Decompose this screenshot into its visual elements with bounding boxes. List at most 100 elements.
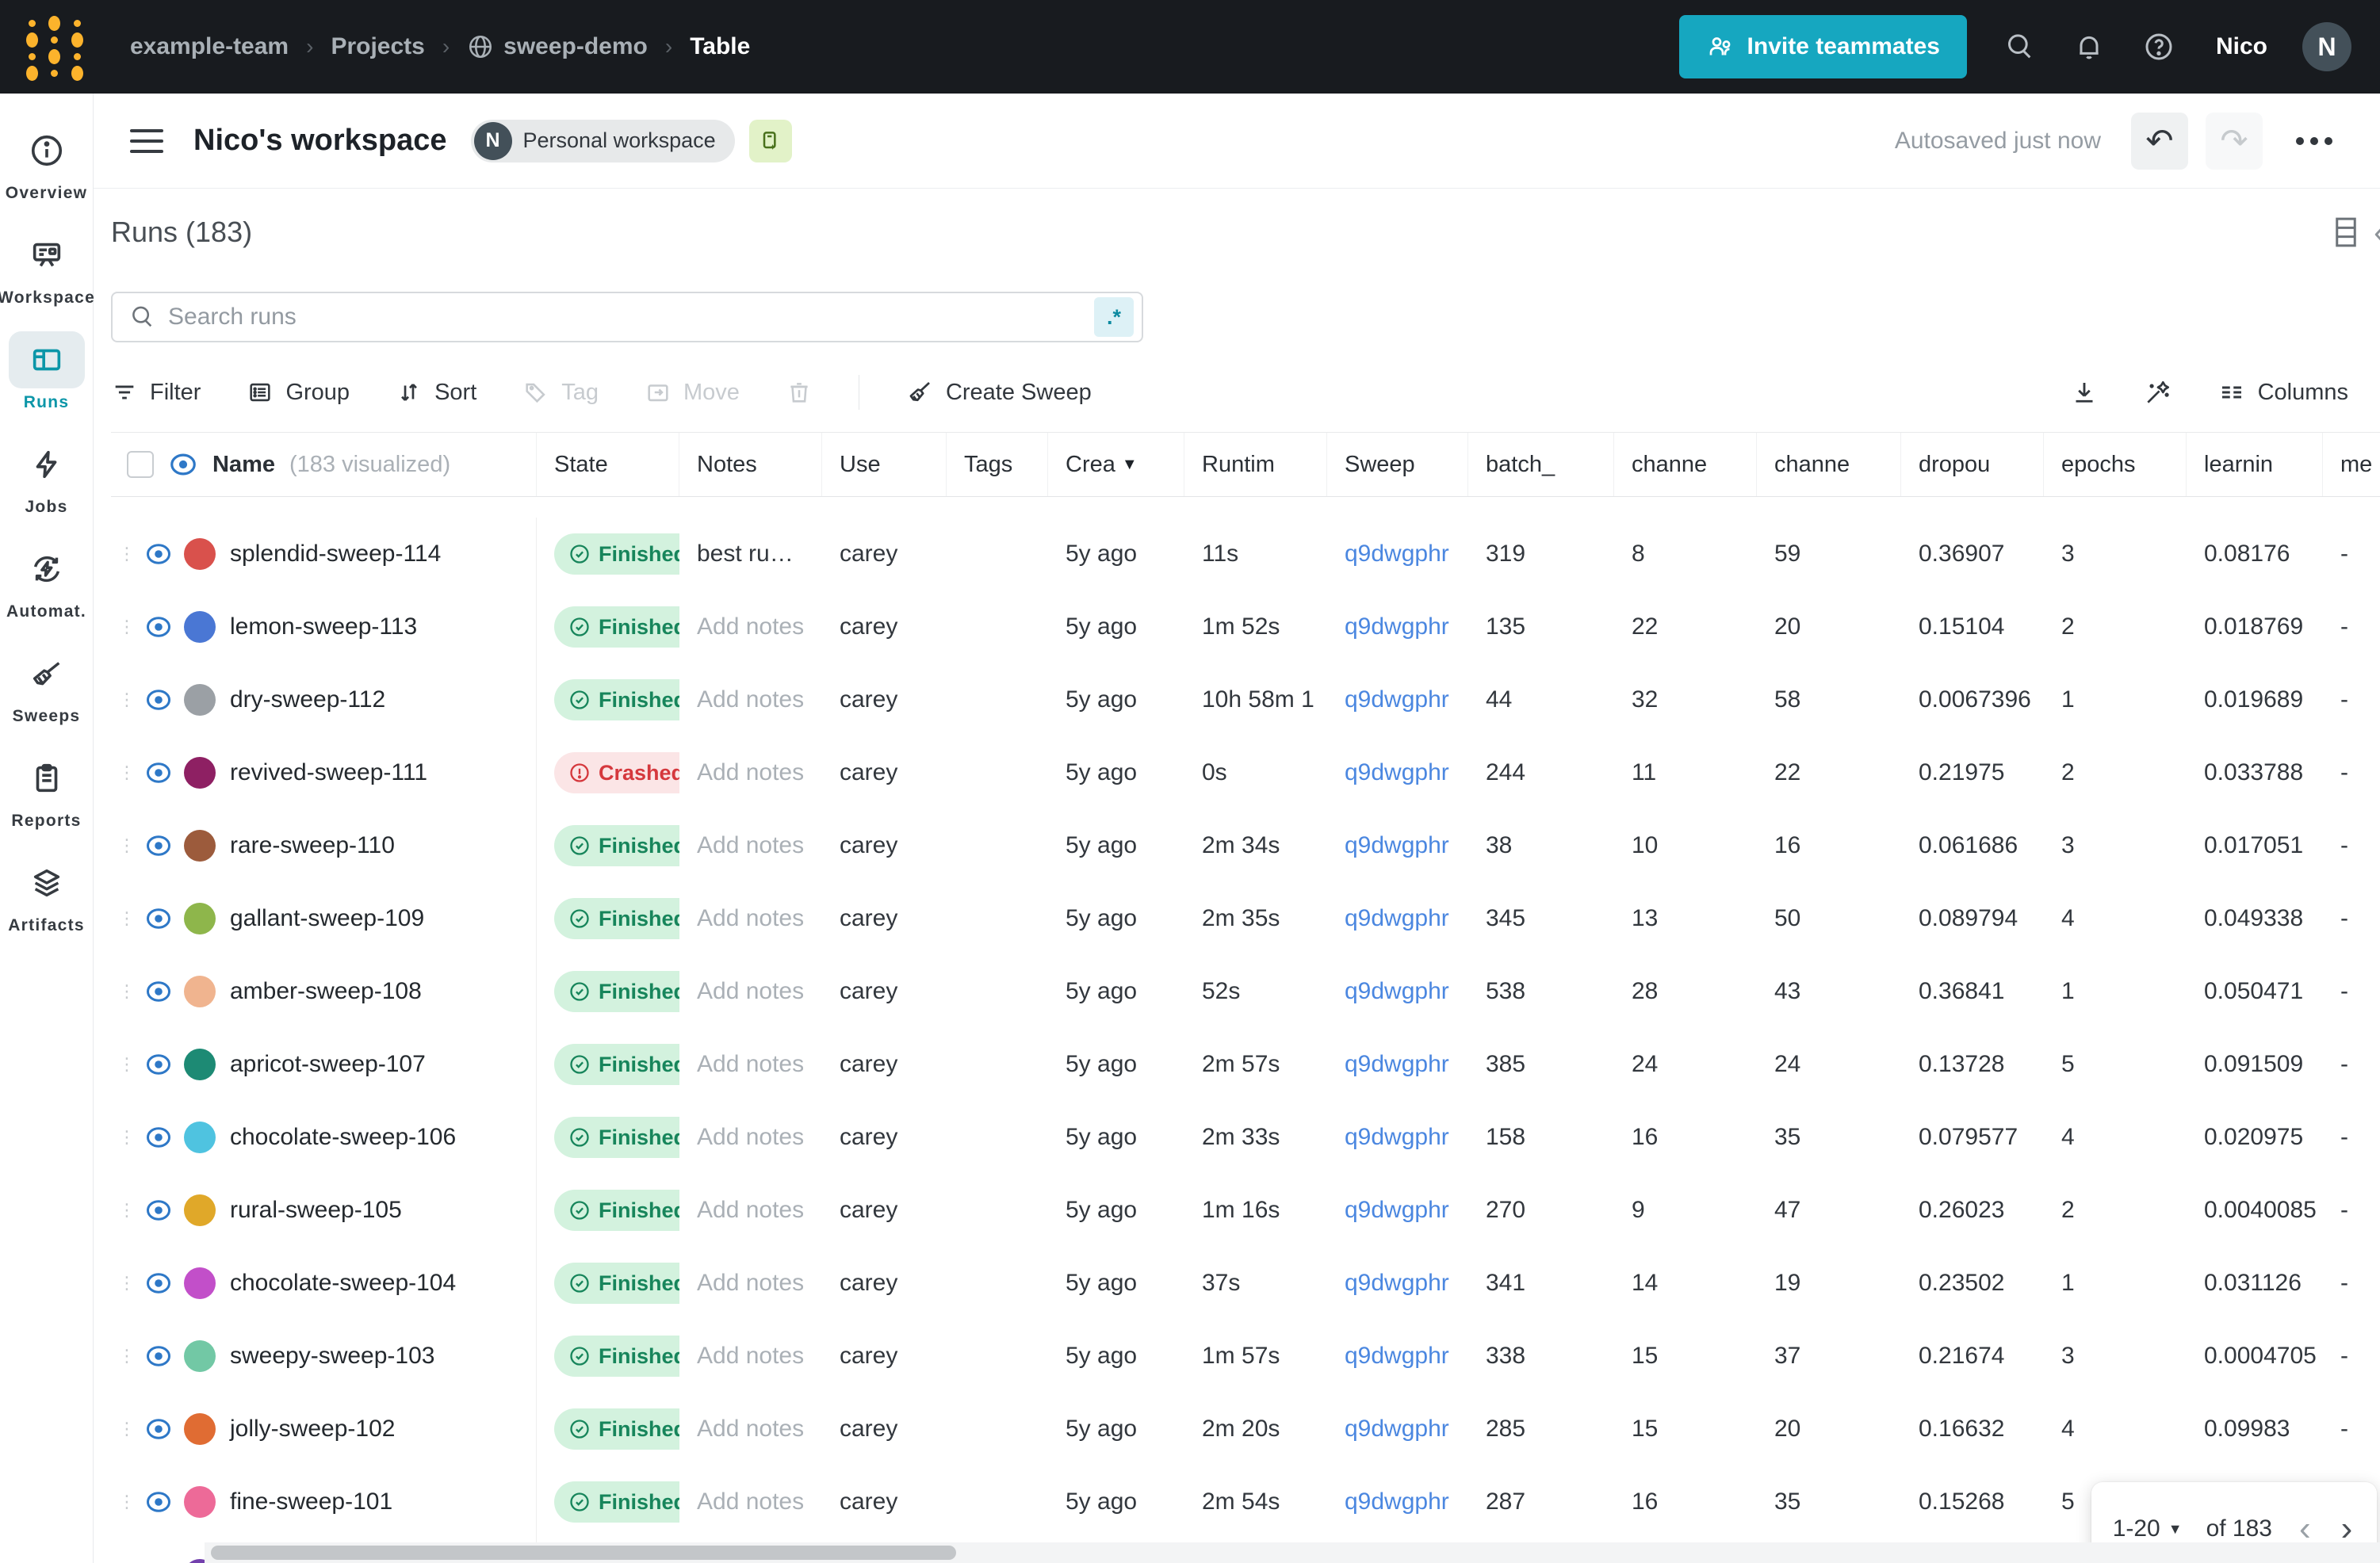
visibility-eye-icon[interactable] (144, 759, 173, 787)
notes-cell[interactable]: Add notes (679, 1101, 822, 1174)
previous-page-button[interactable]: ‹ (2296, 1511, 2314, 1546)
drag-handle-icon[interactable]: ⋮ (117, 617, 136, 637)
visibility-eye-icon[interactable] (144, 540, 173, 568)
notes-cell[interactable]: Add notes (679, 1393, 822, 1466)
wandb-logo[interactable] (24, 16, 86, 81)
column-header-channels-two[interactable]: channe (1757, 433, 1901, 496)
sidebar-item-artifacts[interactable]: Artifacts (2, 846, 91, 946)
visibility-eye-icon[interactable] (144, 831, 173, 860)
run-name-link[interactable]: gallant-sweep-109 (230, 905, 424, 932)
notes-cell[interactable]: Add notes (679, 809, 822, 882)
breadcrumb-projects[interactable]: Projects (331, 33, 424, 60)
sweep-link[interactable]: q9dwgphr (1345, 541, 1449, 567)
notes-cell[interactable]: Add notes (679, 1320, 822, 1393)
drag-handle-icon[interactable]: ⋮ (117, 1492, 136, 1512)
visibility-eye-icon[interactable] (144, 613, 173, 641)
notes-cell[interactable]: Add notes (679, 882, 822, 955)
sweep-link[interactable]: q9dwgphr (1345, 1197, 1449, 1224)
notes-cell[interactable]: best ru… (679, 518, 822, 590)
notes-cell[interactable]: Add notes (679, 1174, 822, 1247)
quickstart-icon[interactable] (748, 119, 792, 162)
notes-cell[interactable]: Add notes (679, 1247, 822, 1320)
help-icon[interactable] (2141, 29, 2176, 64)
run-name-link[interactable]: chocolate-sweep-106 (230, 1124, 456, 1151)
create-sweep-button[interactable]: Create Sweep (905, 378, 1092, 407)
magic-wand-icon[interactable] (2143, 377, 2173, 407)
sweep-link[interactable]: q9dwgphr (1345, 978, 1449, 1005)
column-header-tags[interactable]: Tags (947, 433, 1048, 496)
run-name-link[interactable]: sweepy-sweep-103 (230, 1343, 434, 1370)
user-name[interactable]: Nico (2216, 33, 2267, 60)
run-name-link[interactable]: jolly-sweep-102 (230, 1416, 395, 1443)
sweep-link[interactable]: q9dwgphr (1345, 905, 1449, 932)
column-header-user[interactable]: Use (822, 433, 947, 496)
hamburger-menu-icon[interactable] (130, 128, 163, 153)
redo-button[interactable]: ↷ (2206, 112, 2263, 170)
page-size-dropdown[interactable]: 1-20 ▼ (2113, 1515, 2183, 1542)
column-header-runtime[interactable]: Runtim (1184, 433, 1327, 496)
sidebar-item-sweeps[interactable]: Sweeps (2, 637, 91, 737)
scrollbar-thumb[interactable] (211, 1546, 956, 1560)
visibility-eye-icon[interactable] (144, 1488, 173, 1516)
column-header-notes[interactable]: Notes (679, 433, 822, 496)
overflow-menu-icon[interactable] (2280, 121, 2348, 161)
column-header-name[interactable]: Name (183 visualized) (111, 433, 537, 496)
undo-button[interactable]: ↶ (2131, 112, 2188, 170)
drag-handle-icon[interactable]: ⋮ (117, 690, 136, 710)
side-panel-icon[interactable] (2334, 217, 2358, 247)
avatar[interactable]: N (2302, 22, 2351, 71)
column-header-batch-size[interactable]: batch_ (1468, 433, 1614, 496)
sweep-link[interactable]: q9dwgphr (1345, 1124, 1449, 1151)
search-icon[interactable] (2002, 29, 2037, 64)
drag-handle-icon[interactable]: ⋮ (117, 835, 136, 856)
column-header-learning-rate[interactable]: learnin (2187, 433, 2323, 496)
notes-cell[interactable]: Add notes (679, 736, 822, 809)
drag-handle-icon[interactable]: ⋮ (117, 1127, 136, 1148)
run-name-link[interactable]: dry-sweep-112 (230, 686, 385, 713)
drag-handle-icon[interactable]: ⋮ (117, 762, 136, 783)
notes-cell[interactable]: Add notes (679, 590, 822, 663)
visibility-eye-icon[interactable] (144, 1415, 173, 1443)
drag-handle-icon[interactable]: ⋮ (117, 1273, 136, 1294)
notes-cell[interactable]: Add notes (679, 955, 822, 1028)
visibility-eye-icon[interactable] (144, 1196, 173, 1225)
column-header-channels-one[interactable]: channe (1614, 433, 1757, 496)
sweep-link[interactable]: q9dwgphr (1345, 1416, 1449, 1443)
column-header-dropout[interactable]: dropou (1901, 433, 2044, 496)
sidebar-item-runs[interactable]: Runs (2, 323, 91, 423)
workspace-switcher-badge[interactable]: N Personal workspace (470, 119, 735, 162)
run-name-link[interactable]: splendid-sweep-114 (230, 541, 441, 567)
notes-cell[interactable]: Add notes (679, 1028, 822, 1101)
sidebar-item-workspace[interactable]: Workspace (0, 219, 94, 319)
visibility-eye-icon[interactable] (144, 1123, 173, 1152)
sidebar-item-overview[interactable]: Overview (2, 114, 91, 214)
sweep-link[interactable]: q9dwgphr (1345, 1343, 1449, 1370)
download-icon[interactable] (2070, 378, 2099, 407)
column-header-sweep[interactable]: Sweep (1327, 433, 1468, 496)
sweep-link[interactable]: q9dwgphr (1345, 686, 1449, 713)
sweep-link[interactable]: q9dwgphr (1345, 1488, 1449, 1515)
column-header-created[interactable]: Crea ▼ (1048, 433, 1184, 496)
run-name-link[interactable]: apricot-sweep-107 (230, 1051, 426, 1078)
visibility-eye-icon[interactable] (144, 1342, 173, 1370)
column-header-metric[interactable]: me (2323, 433, 2380, 496)
notifications-bell-icon[interactable] (2072, 29, 2106, 64)
collapse-panel-chevron-icon[interactable]: ‹ (2374, 213, 2380, 251)
drag-handle-icon[interactable]: ⋮ (117, 1054, 136, 1075)
drag-handle-icon[interactable]: ⋮ (117, 981, 136, 1002)
regex-toggle[interactable]: .* (1094, 297, 1134, 337)
notes-cell[interactable]: Add notes (679, 663, 822, 736)
drag-handle-icon[interactable]: ⋮ (117, 1419, 136, 1439)
visibility-eye-icon[interactable] (168, 449, 198, 480)
drag-handle-icon[interactable]: ⋮ (117, 908, 136, 929)
notes-cell[interactable]: Add notes (679, 1466, 822, 1538)
sweep-link[interactable]: q9dwgphr (1345, 613, 1449, 640)
drag-handle-icon[interactable]: ⋮ (117, 1346, 136, 1366)
next-page-button[interactable]: › (2338, 1511, 2356, 1546)
sidebar-item-automations[interactable]: Automat. (2, 533, 91, 632)
column-header-state[interactable]: State (537, 433, 679, 496)
sweep-link[interactable]: q9dwgphr (1345, 759, 1449, 786)
invite-teammates-button[interactable]: Invite teammates (1678, 15, 1967, 78)
sweep-link[interactable]: q9dwgphr (1345, 832, 1449, 859)
sidebar-item-reports[interactable]: Reports (2, 742, 91, 842)
